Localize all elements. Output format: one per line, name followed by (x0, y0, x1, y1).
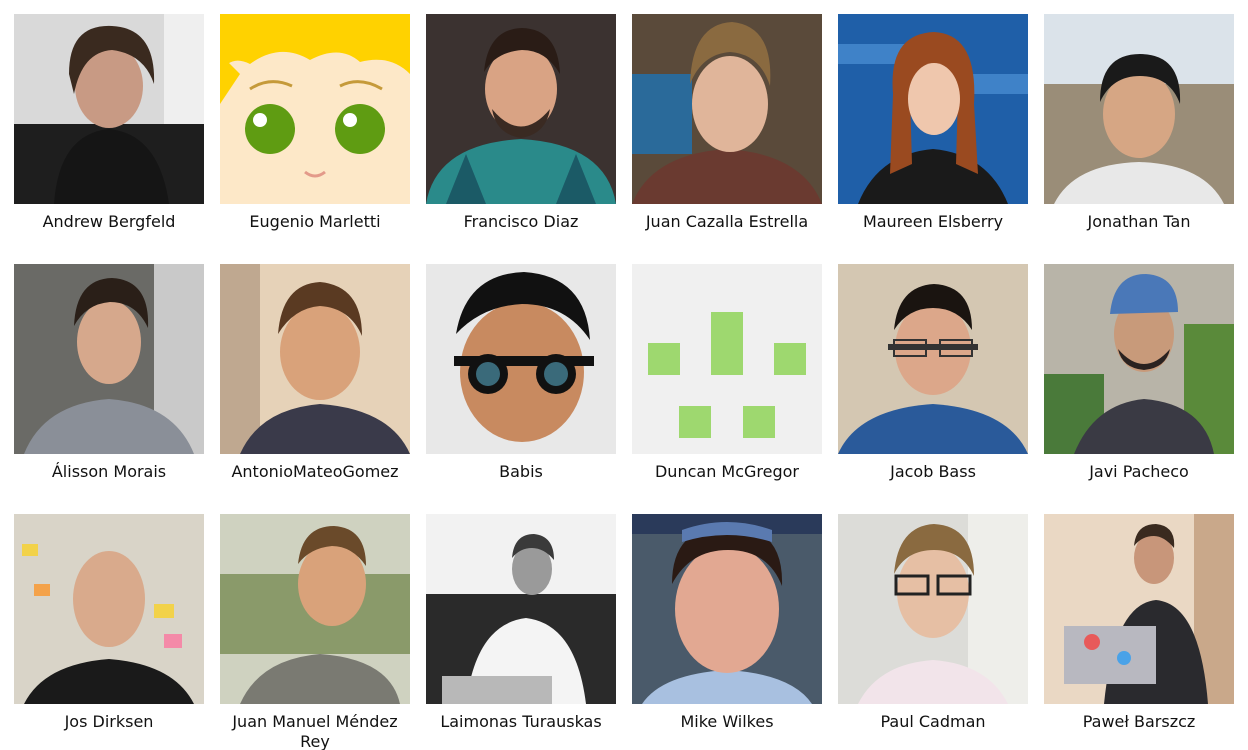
contributor-card[interactable]: Maureen Elsberry (830, 14, 1036, 232)
contributor-name: AntonioMateoGomez (231, 462, 399, 481)
contributor-name: Duncan McGregor (654, 462, 800, 481)
contributor-name: Andrew Bergfeld (42, 212, 176, 231)
contributor-name: Eugenio Marletti (249, 212, 381, 231)
contributor-card[interactable]: Álisson Morais (6, 264, 212, 482)
contributor-card[interactable]: Babis (418, 264, 624, 482)
contributor-card[interactable]: Jacob Bass (830, 264, 1036, 482)
contributor-card[interactable]: Jos Dirksen (6, 514, 212, 732)
contributor-card[interactable]: Paul Cadman (830, 514, 1036, 732)
avatar[interactable] (838, 514, 1028, 704)
contributor-name: Laimonas Turauskas (440, 712, 602, 731)
avatar[interactable] (838, 264, 1028, 454)
cartoon-avatar[interactable] (220, 14, 410, 204)
avatar[interactable] (220, 264, 410, 454)
contributor-name: Jacob Bass (890, 462, 976, 481)
contributor-card[interactable]: Andrew Bergfeld (6, 14, 212, 232)
avatar[interactable] (838, 14, 1028, 204)
contributor-name: Maureen Elsberry (862, 212, 1004, 231)
contributor-name: Javi Pacheco (1089, 462, 1189, 481)
avatar[interactable] (1044, 264, 1234, 454)
contributor-card[interactable]: Javi Pacheco (1036, 264, 1242, 482)
contributor-card[interactable]: Duncan McGregor (624, 264, 830, 482)
avatar[interactable] (1044, 514, 1234, 704)
avatar[interactable] (426, 264, 616, 454)
contributor-name: Jonathan Tan (1087, 212, 1191, 231)
avatar[interactable] (14, 264, 204, 454)
contributor-card[interactable]: Francisco Diaz (418, 14, 624, 232)
contributor-card[interactable]: Juan Cazalla Estrella (624, 14, 830, 232)
contributor-name: Babis (499, 462, 543, 481)
avatar[interactable] (632, 514, 822, 704)
contributor-name: Juan Cazalla Estrella (645, 212, 809, 231)
contributor-name: Paweł Barszcz (1082, 712, 1196, 731)
avatar[interactable] (1044, 14, 1234, 204)
contributor-card[interactable]: AntonioMateoGomez (212, 264, 418, 482)
contributor-card[interactable]: Jonathan Tan (1036, 14, 1242, 232)
avatar[interactable] (426, 14, 616, 204)
contributor-card[interactable]: Mike Wilkes (624, 514, 830, 732)
contributor-card[interactable]: Laimonas Turauskas (418, 514, 624, 732)
contributor-name: Francisco Diaz (463, 212, 579, 231)
contributor-name: Mike Wilkes (680, 712, 774, 731)
contributors-grid: Andrew Bergfeld Eugenio Marletti Francis… (0, 0, 1248, 750)
contributor-name: Paul Cadman (880, 712, 986, 731)
contributor-name: Jos Dirksen (64, 712, 154, 731)
contributor-name: Álisson Morais (51, 462, 167, 481)
avatar[interactable] (14, 514, 204, 704)
avatar[interactable] (220, 514, 410, 704)
avatar[interactable] (14, 14, 204, 204)
contributor-name: Juan Manuel Méndez Rey (232, 712, 398, 750)
avatar[interactable] (632, 14, 822, 204)
contributor-card[interactable]: Eugenio Marletti (212, 14, 418, 232)
identicon-avatar[interactable] (632, 264, 822, 454)
avatar[interactable] (426, 514, 616, 704)
contributor-card[interactable]: Juan Manuel Méndez Rey (212, 514, 418, 750)
contributor-card[interactable]: Paweł Barszcz (1036, 514, 1242, 732)
